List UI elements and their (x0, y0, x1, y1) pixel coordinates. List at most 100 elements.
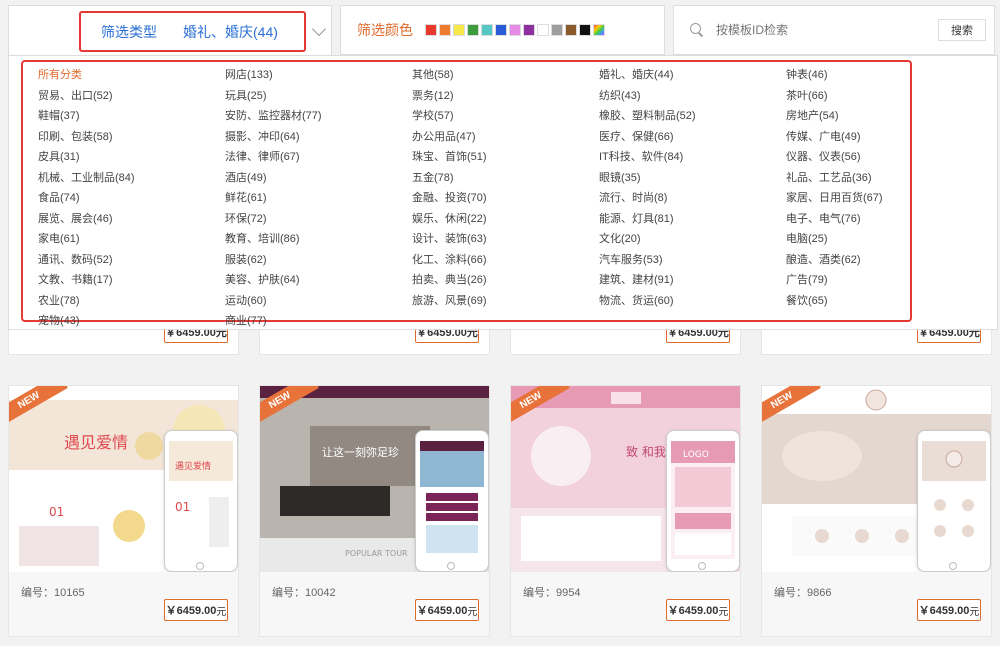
color-swatch[interactable] (467, 24, 479, 36)
category-link[interactable]: 家电(61) (38, 229, 225, 250)
category-link[interactable]: 摄影、冲印(64) (225, 127, 412, 148)
category-link[interactable]: 流行、时尚(8) (599, 188, 786, 209)
card-footer: 编号：9866 ￥6459.00 元 (762, 572, 991, 636)
category-link[interactable]: 环保(72) (225, 209, 412, 230)
color-swatch[interactable] (565, 24, 577, 36)
template-thumbnail[interactable]: 让这一刻弥足珍 POPULAR TOUR NEW (260, 386, 489, 572)
category-link[interactable]: 安防、监控器材(77) (225, 106, 412, 127)
category-link[interactable]: 汽车服务(53) (599, 250, 786, 271)
category-link[interactable]: 珠宝、首饰(51) (412, 147, 599, 168)
category-link[interactable]: 食品(74) (38, 188, 225, 209)
category-link[interactable]: 机械、工业制品(84) (38, 168, 225, 189)
template-thumbnail[interactable]: 遇见爱情 01 遇见爱情 01 NEW (9, 386, 238, 572)
category-link[interactable]: 运动(60) (225, 291, 412, 312)
color-swatch[interactable] (481, 24, 493, 36)
svg-text:让这一刻弥足珍: 让这一刻弥足珍 (322, 445, 399, 459)
category-link[interactable]: 餐饮(65) (786, 291, 973, 312)
search-button[interactable]: 搜索 (938, 19, 986, 41)
category-link[interactable]: 票务(12) (412, 86, 599, 107)
category-link[interactable]: 宠物(43) (38, 311, 225, 332)
category-link[interactable]: 农业(78) (38, 291, 225, 312)
category-link[interactable]: 网店(133) (225, 65, 412, 86)
price-unit: 元 (718, 606, 729, 618)
category-link[interactable]: 物流、货运(60) (599, 291, 786, 312)
category-link[interactable]: 贸易、出口(52) (38, 86, 225, 107)
category-link[interactable]: 广告(79) (786, 270, 973, 291)
color-swatch[interactable] (537, 24, 549, 36)
mobile-preview (415, 430, 489, 572)
category-link[interactable]: 橡胶、塑料制品(52) (599, 106, 786, 127)
template-code: 编号：10165 (21, 587, 85, 599)
price-tag: ￥6459.00元 (415, 599, 479, 621)
category-link[interactable]: 婚礼、婚庆(44) (599, 65, 786, 86)
price-unit: 元 (969, 606, 980, 618)
category-link[interactable]: 建筑、建材(91) (599, 270, 786, 291)
color-swatch[interactable] (579, 24, 591, 36)
category-link[interactable]: 电脑(25) (786, 229, 973, 250)
category-link[interactable]: 五金(78) (412, 168, 599, 189)
template-thumbnail[interactable]: 致 和我 LOGO NEW (511, 386, 740, 572)
category-link[interactable]: 服装(62) (225, 250, 412, 271)
category-link[interactable]: 拍卖、典当(26) (412, 270, 599, 291)
category-link[interactable]: 皮具(31) (38, 147, 225, 168)
template-thumbnail[interactable]: NEW (762, 386, 991, 572)
category-link[interactable]: 学校(57) (412, 106, 599, 127)
category-link[interactable]: 钟表(46) (786, 65, 973, 86)
price-value: ￥6459.00 (416, 605, 468, 617)
category-link[interactable]: 商业(77) (225, 311, 412, 332)
category-link[interactable]: IT科技、软件(84) (599, 147, 786, 168)
category-link[interactable]: 纺织(43) (599, 86, 786, 107)
home-button-icon (949, 562, 957, 570)
category-link[interactable]: 眼镜(35) (599, 168, 786, 189)
category-link[interactable]: 教育、培训(86) (225, 229, 412, 250)
home-button-icon (447, 562, 455, 570)
category-link[interactable]: 能源、灯具(81) (599, 209, 786, 230)
color-swatch[interactable] (439, 24, 451, 36)
category-link[interactable]: 通讯、数码(52) (38, 250, 225, 271)
color-swatch[interactable] (425, 24, 437, 36)
type-filter-value[interactable]: 婚礼、婚庆(44) (183, 22, 278, 42)
category-link[interactable]: 文教、书籍(17) (38, 270, 225, 291)
multicolor-swatch[interactable] (593, 24, 605, 36)
color-swatch[interactable] (495, 24, 507, 36)
color-swatch[interactable] (453, 24, 465, 36)
template-card[interactable]: 让这一刻弥足珍 POPULAR TOUR NEW 编号：10042 ￥6459.… (259, 385, 490, 637)
category-link[interactable]: 鲜花(61) (225, 188, 412, 209)
category-link[interactable]: 仪器、仪表(56) (786, 147, 973, 168)
category-link[interactable]: 家居、日用百货(67) (786, 188, 973, 209)
category-link[interactable]: 娱乐、休闲(22) (412, 209, 599, 230)
category-link[interactable]: 其他(58) (412, 65, 599, 86)
category-link[interactable]: 法律、律师(67) (225, 147, 412, 168)
category-link[interactable]: 展览、展会(46) (38, 209, 225, 230)
type-filter-highlight[interactable]: 筛选类型 婚礼、婚庆(44) (79, 11, 306, 52)
template-card[interactable]: NEW 编号：9866 ￥6459.00 元 (761, 385, 992, 637)
category-link[interactable]: 礼品、工艺品(36) (786, 168, 973, 189)
category-link[interactable]: 医疗、保健(66) (599, 127, 786, 148)
svg-text:遇见爱情: 遇见爱情 (175, 460, 211, 472)
template-card[interactable]: 致 和我 LOGO NEW 编号：9954 ￥6459.00 元 (510, 385, 741, 637)
category-link[interactable]: 金融、投资(70) (412, 188, 599, 209)
color-swatch[interactable] (551, 24, 563, 36)
category-link[interactable]: 美容、护肤(64) (225, 270, 412, 291)
type-filter[interactable]: 筛选类型 婚礼、婚庆(44) (8, 5, 332, 55)
category-link[interactable]: 玩具(25) (225, 86, 412, 107)
category-link[interactable]: 办公用品(47) (412, 127, 599, 148)
chevron-down-icon[interactable] (311, 21, 327, 37)
category-link[interactable]: 房地产(54) (786, 106, 973, 127)
template-card[interactable]: 遇见爱情 01 遇见爱情 01 NEW 编号：10165 ￥6459.00 元 (8, 385, 239, 637)
category-link[interactable]: 传媒、广电(49) (786, 127, 973, 148)
category-link[interactable]: 印刷、包装(58) (38, 127, 225, 148)
category-all-link[interactable]: 所有分类 (38, 65, 225, 86)
category-link[interactable]: 文化(20) (599, 229, 786, 250)
category-link[interactable]: 酒店(49) (225, 168, 412, 189)
category-link[interactable]: 旅游、风景(69) (412, 291, 599, 312)
color-swatch[interactable] (523, 24, 535, 36)
category-link[interactable]: 鞋帽(37) (38, 106, 225, 127)
search-input[interactable] (716, 18, 916, 42)
category-link[interactable]: 设计、装饰(63) (412, 229, 599, 250)
category-link[interactable]: 化工、涂料(66) (412, 250, 599, 271)
category-link[interactable]: 茶叶(66) (786, 86, 973, 107)
color-swatch[interactable] (509, 24, 521, 36)
category-link[interactable]: 电子、电气(76) (786, 209, 973, 230)
category-link[interactable]: 酿造、酒类(62) (786, 250, 973, 271)
